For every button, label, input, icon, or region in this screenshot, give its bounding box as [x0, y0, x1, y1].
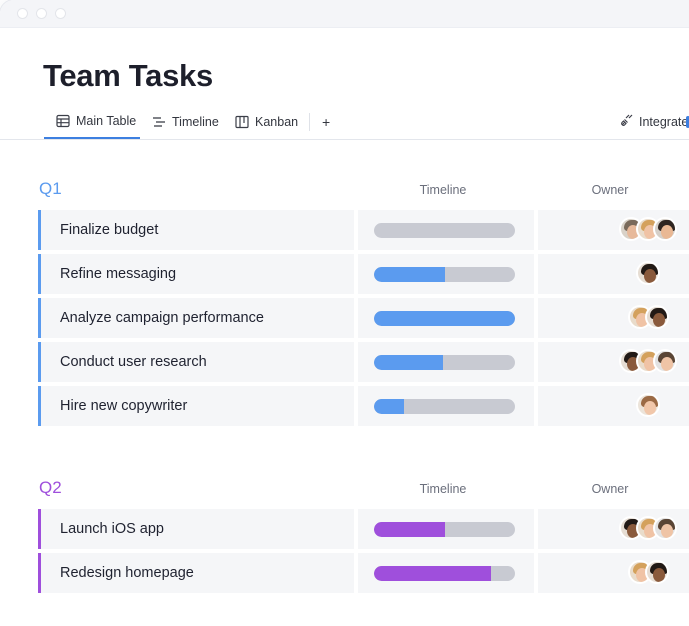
- group-title-q1[interactable]: Q1: [39, 179, 62, 199]
- owner-cell[interactable]: [538, 298, 689, 338]
- timeline-bar-fill: [374, 311, 515, 326]
- timeline-bar[interactable]: [374, 311, 515, 326]
- view-tabs: Main Table Timeline Kanban +: [0, 104, 689, 140]
- timeline-bar-fill: [374, 522, 445, 537]
- window-titlebar: [0, 0, 689, 28]
- timeline-bar[interactable]: [374, 223, 515, 238]
- timeline-bar[interactable]: [374, 522, 515, 537]
- owner-cell[interactable]: [538, 386, 689, 426]
- integrate-icon: [620, 114, 633, 130]
- avatar[interactable]: [653, 217, 677, 241]
- timeline-cell[interactable]: [358, 553, 534, 593]
- avatar[interactable]: [653, 349, 677, 373]
- avatar[interactable]: [636, 393, 660, 417]
- window-dot-minimize[interactable]: [37, 9, 46, 18]
- owner-avatars: [627, 560, 669, 586]
- owner-cell[interactable]: [538, 254, 689, 294]
- group-color-indicator: [38, 298, 41, 338]
- timeline-cell[interactable]: [358, 509, 534, 549]
- tab-label: Kanban: [255, 114, 299, 129]
- avatar[interactable]: [653, 516, 677, 540]
- window-dot-maximize[interactable]: [56, 9, 65, 18]
- page-title: Team Tasks: [43, 58, 213, 93]
- task-name: Launch iOS app: [60, 521, 164, 537]
- column-header-owner[interactable]: Owner: [570, 183, 650, 197]
- group-color-indicator: [38, 553, 41, 593]
- timeline-cell[interactable]: [358, 210, 534, 250]
- timeline-bar[interactable]: [374, 355, 515, 370]
- task-name: Finalize budget: [60, 222, 159, 238]
- timeline-bar-fill: [374, 267, 445, 282]
- task-name-cell[interactable]: Conduct user research: [38, 342, 354, 382]
- column-header-timeline[interactable]: Timeline: [400, 183, 486, 197]
- column-header-timeline[interactable]: Timeline: [400, 482, 486, 496]
- table-icon: [56, 114, 70, 128]
- task-name: Refine messaging: [60, 266, 177, 282]
- tab-timeline[interactable]: Timeline: [152, 104, 219, 139]
- integrate-label: Integrate: [639, 115, 689, 129]
- tabs-divider: [309, 113, 310, 131]
- window-dot-close[interactable]: [18, 9, 27, 18]
- timeline-cell[interactable]: [358, 298, 534, 338]
- task-name: Hire new copywriter: [60, 398, 188, 414]
- kanban-icon: [235, 115, 249, 129]
- timeline-bar[interactable]: [374, 566, 515, 581]
- owner-avatars: [619, 516, 677, 542]
- app-window: Team Tasks Main Table Timeline Kanban +: [0, 0, 689, 626]
- tab-label: Timeline: [172, 114, 219, 129]
- group-title-q2[interactable]: Q2: [39, 478, 62, 498]
- timeline-bar[interactable]: [374, 267, 515, 282]
- owner-avatars: [636, 393, 660, 419]
- table-row[interactable]: Launch iOS app: [38, 509, 689, 549]
- tab-kanban[interactable]: Kanban: [235, 104, 298, 139]
- owner-cell[interactable]: [538, 342, 689, 382]
- group-color-indicator: [38, 342, 41, 382]
- group-color-indicator: [38, 254, 41, 294]
- group-color-indicator: [38, 386, 41, 426]
- timeline-bar-fill: [374, 355, 443, 370]
- avatar[interactable]: [644, 560, 669, 584]
- add-view-label: +: [322, 113, 331, 130]
- table-row[interactable]: Finalize budget: [38, 210, 689, 250]
- owner-avatars: [627, 305, 669, 331]
- task-name-cell[interactable]: Redesign homepage: [38, 553, 354, 593]
- table-row[interactable]: Analyze campaign performance: [38, 298, 689, 338]
- task-name: Conduct user research: [60, 354, 207, 370]
- add-view-button[interactable]: +: [322, 104, 330, 139]
- table-row[interactable]: Refine messaging: [38, 254, 689, 294]
- task-name-cell[interactable]: Refine messaging: [38, 254, 354, 294]
- avatar[interactable]: [644, 305, 669, 329]
- group-color-indicator: [38, 210, 41, 250]
- timeline-bar-fill: [374, 566, 491, 581]
- table-row[interactable]: Hire new copywriter: [38, 386, 689, 426]
- group-color-indicator: [38, 509, 41, 549]
- tab-label: Main Table: [76, 113, 137, 128]
- avatar[interactable]: [636, 261, 660, 285]
- table-row[interactable]: Conduct user research: [38, 342, 689, 382]
- owner-avatars: [619, 349, 677, 375]
- owner-cell[interactable]: [538, 553, 689, 593]
- column-header-owner[interactable]: Owner: [570, 482, 650, 496]
- task-name: Redesign homepage: [60, 565, 194, 581]
- task-name-cell[interactable]: Hire new copywriter: [38, 386, 354, 426]
- task-name-cell[interactable]: Analyze campaign performance: [38, 298, 354, 338]
- timeline-bar[interactable]: [374, 399, 515, 414]
- owner-avatars: [636, 261, 660, 287]
- timeline-bar-fill: [374, 399, 404, 414]
- integrate-button[interactable]: Integrate: [620, 114, 688, 130]
- owner-avatars: [619, 217, 677, 243]
- owner-cell[interactable]: [538, 509, 689, 549]
- table-row[interactable]: Redesign homepage: [38, 553, 689, 593]
- tab-main-table[interactable]: Main Table: [44, 104, 140, 139]
- task-name-cell[interactable]: Launch iOS app: [38, 509, 354, 549]
- timeline-cell[interactable]: [358, 254, 534, 294]
- task-name: Analyze campaign performance: [60, 310, 264, 326]
- timeline-cell[interactable]: [358, 386, 534, 426]
- owner-cell[interactable]: [538, 210, 689, 250]
- timeline-icon: [152, 115, 166, 129]
- task-name-cell[interactable]: Finalize budget: [38, 210, 354, 250]
- timeline-cell[interactable]: [358, 342, 534, 382]
